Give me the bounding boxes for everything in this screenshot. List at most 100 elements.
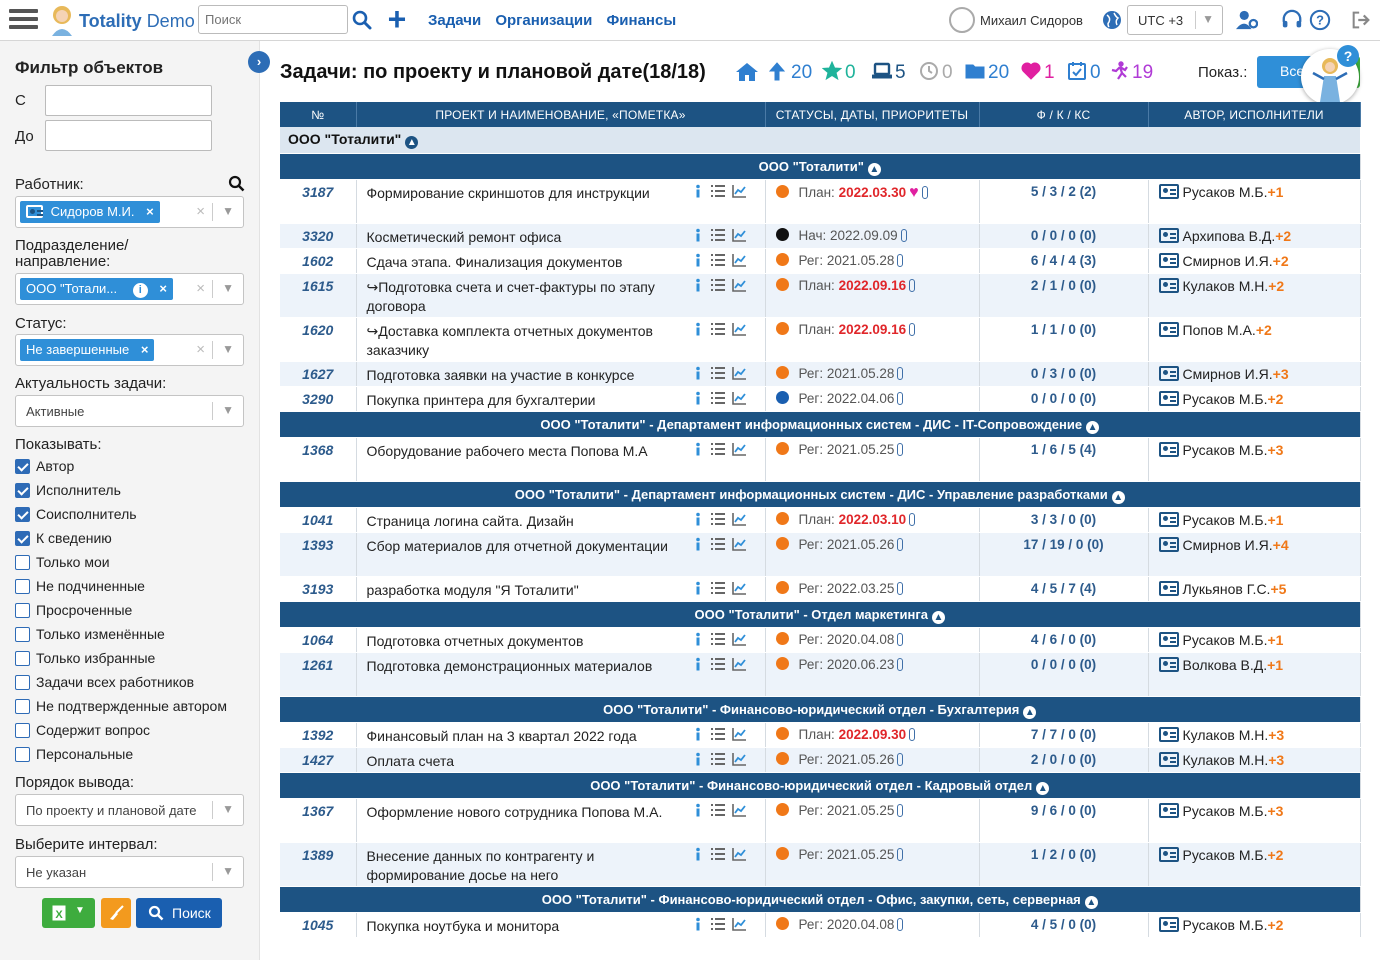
nav-tasks[interactable]: Задачи (428, 12, 481, 29)
col-status-dates[interactable]: СТАТУСЫ, ДАТЫ, ПРИОРИТЕТЫ (765, 102, 980, 127)
task-number[interactable]: 1041 (302, 512, 333, 528)
extra-executors[interactable]: +2 (1256, 322, 1272, 338)
list-icon[interactable] (710, 322, 725, 336)
group-row[interactable]: ООО "Тоталити" - Финансово-юридический о… (280, 696, 1361, 723)
stat-clock[interactable]: 0 (919, 61, 953, 84)
list-icon[interactable] (710, 847, 725, 861)
clear-icon[interactable]: × (196, 203, 205, 220)
collapse-up-icon[interactable]: ▲ (1036, 781, 1050, 795)
task-author[interactable]: Русаков М.Б. (1183, 803, 1268, 819)
info-icon[interactable] (691, 228, 705, 242)
date-from-input[interactable] (45, 85, 212, 116)
checkbox-empty-icon[interactable] (15, 555, 30, 570)
list-icon[interactable] (710, 727, 725, 741)
collapse-up-icon[interactable]: ▲ (405, 136, 419, 149)
collapse-up-icon[interactable]: ▲ (1023, 705, 1037, 719)
task-name[interactable]: ↪Подготовка счета и счет-фактуры по этап… (367, 279, 655, 314)
timezone-select[interactable]: UTC +3 ▼ (1127, 5, 1223, 35)
task-fkks[interactable]: 1 / 2 / 0 (0) (1031, 847, 1096, 862)
checkbox-empty-icon[interactable] (15, 723, 30, 738)
extra-executors[interactable]: +3 (1268, 727, 1284, 743)
info-icon[interactable] (691, 847, 705, 861)
task-row[interactable]: 1261 Подготовка демонстрационных материал… (280, 652, 1361, 697)
home-icon[interactable] (735, 62, 759, 82)
list-icon[interactable] (710, 278, 725, 292)
search-button[interactable]: Поиск (136, 898, 222, 928)
task-number[interactable]: 3290 (302, 391, 333, 407)
task-fkks[interactable]: 17 / 19 / 0 (0) (1023, 537, 1103, 552)
extra-executors[interactable]: +1 (1268, 632, 1284, 648)
chevron-down-icon[interactable]: ▼ (222, 403, 234, 417)
info-icon[interactable] (691, 512, 705, 526)
task-author[interactable]: Русаков М.Б. (1183, 442, 1268, 458)
task-fkks[interactable]: 1 / 1 / 0 (0) (1031, 322, 1096, 337)
relevance-select[interactable]: Активные ▼ (15, 395, 244, 427)
help-icon[interactable]: ? (1309, 9, 1331, 31)
stat-folder[interactable]: 20 (965, 61, 1009, 84)
remove-chip-icon[interactable]: × (141, 342, 149, 357)
stat-calendar-check[interactable]: 0 (1067, 61, 1101, 84)
task-name[interactable]: Покупка принтера для бухгалтерии (367, 392, 596, 408)
chart-line-icon[interactable] (731, 366, 746, 380)
checkbox-empty-icon[interactable] (15, 603, 30, 618)
task-name[interactable]: Подготовка заявки на участие в конкурсе (367, 367, 635, 383)
clear-icon[interactable]: × (196, 280, 205, 297)
chart-line-icon[interactable] (731, 278, 746, 292)
task-author[interactable]: Русаков М.Б. (1183, 632, 1268, 648)
task-number[interactable]: 3187 (302, 184, 333, 200)
task-row[interactable]: 1427 Оплата счета Рег: 2021.05.26 2 / 0 / 0… (280, 747, 1361, 773)
task-name[interactable]: Формирование скриншотов для инструкции (367, 185, 650, 201)
info-icon[interactable] (691, 803, 705, 817)
task-fkks[interactable]: 6 / 4 / 4 (3) (1031, 253, 1096, 268)
task-number[interactable]: 1627 (302, 366, 333, 382)
user-name[interactable]: Михаил Сидоров (980, 13, 1083, 28)
stat-star[interactable]: 0 (821, 60, 856, 84)
chart-line-icon[interactable] (731, 442, 746, 456)
clear-filter-button[interactable] (101, 898, 131, 928)
info-icon[interactable] (691, 632, 705, 646)
task-number[interactable]: 1389 (302, 847, 333, 863)
task-fkks[interactable]: 0 / 0 / 0 (0) (1031, 228, 1096, 243)
task-author[interactable]: Смирнов И.Я. (1183, 366, 1273, 382)
user-avatar-icon[interactable] (949, 7, 975, 33)
checkbox-empty-icon[interactable] (15, 627, 30, 642)
task-fkks[interactable]: 4 / 6 / 0 (0) (1031, 632, 1096, 647)
support-headset-icon[interactable] (1281, 9, 1303, 31)
extra-executors[interactable]: +2 (1268, 391, 1284, 407)
task-author[interactable]: Смирнов И.Я. (1183, 253, 1273, 269)
group-row[interactable]: ООО "Тоталити" - Департамент информацион… (280, 481, 1361, 508)
task-name[interactable]: Внесение данных по контрагенту и формиро… (367, 848, 595, 883)
extra-executors[interactable]: +2 (1268, 847, 1284, 863)
task-row[interactable]: 1602 Сдача этапа. Финализация документов Р… (280, 248, 1361, 274)
status-select[interactable]: Не завершенные × × ▼ (15, 334, 244, 366)
chart-line-icon[interactable] (731, 512, 746, 526)
task-name[interactable]: Подготовка демонстрационных материалов (367, 658, 653, 674)
worker-chip[interactable]: Сидоров М.И. × (20, 201, 160, 223)
task-row[interactable]: 1627 Подготовка заявки на участие в конку… (280, 361, 1361, 387)
logout-icon[interactable] (1350, 9, 1372, 31)
chart-line-icon[interactable] (731, 632, 746, 646)
app-logo[interactable]: Totality Demo (79, 11, 195, 32)
task-row[interactable]: 1392 Финансовый план на 3 квартал 2022 го… (280, 722, 1361, 748)
extra-executors[interactable]: +2 (1273, 253, 1289, 269)
col-project-name[interactable]: ПРОЕКТ И НАИМЕНОВАНИЕ, «ПОМЕТКА» (356, 102, 766, 127)
task-number[interactable]: 1261 (302, 657, 333, 673)
chart-line-icon[interactable] (731, 803, 746, 817)
extra-executors[interactable]: +3 (1268, 442, 1284, 458)
add-task-icon[interactable]: + (384, 3, 410, 35)
task-name[interactable]: Финансовый план на 3 квартал 2022 года (367, 728, 637, 744)
task-row[interactable]: 1368 Оборудование рабочего места Попова М… (280, 437, 1361, 482)
task-number[interactable]: 1064 (302, 632, 333, 648)
checkbox-empty-icon[interactable] (15, 699, 30, 714)
chart-line-icon[interactable] (731, 917, 746, 931)
task-author[interactable]: Русаков М.Б. (1183, 847, 1268, 863)
info-icon[interactable] (691, 442, 705, 456)
task-number[interactable]: 1615 (302, 278, 333, 294)
task-number[interactable]: 1392 (302, 727, 333, 743)
list-icon[interactable] (710, 253, 725, 267)
task-fkks[interactable]: 3 / 3 / 0 (0) (1031, 512, 1096, 527)
collapse-up-icon[interactable]: ▲ (931, 610, 945, 624)
group-row[interactable]: ООО "Тоталити" ▲ (280, 153, 1361, 180)
list-icon[interactable] (710, 366, 725, 380)
user-settings-icon[interactable] (1236, 9, 1258, 31)
